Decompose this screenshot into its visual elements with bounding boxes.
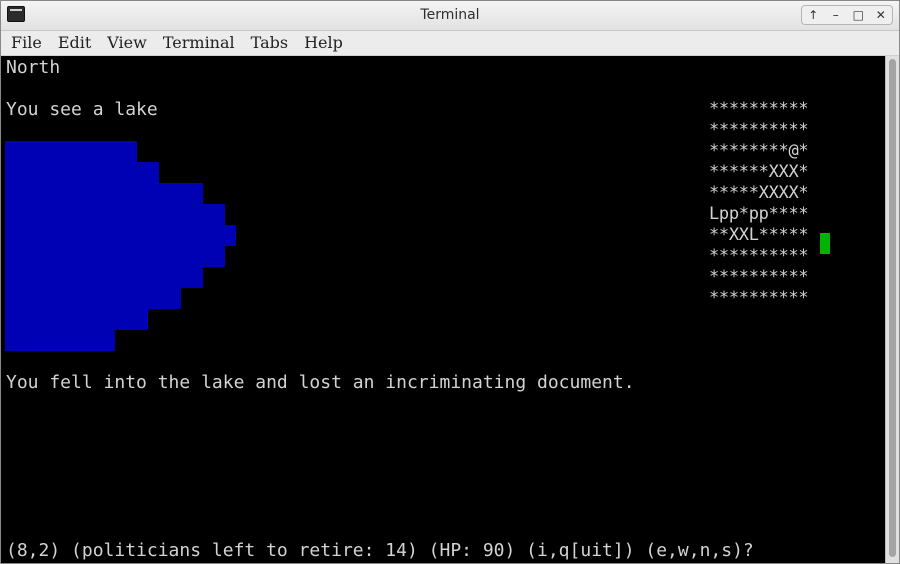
scrollbar-thumb[interactable]	[889, 59, 896, 557]
map-row: **XXL*****	[709, 225, 809, 245]
map-row: Lpp*pp****	[709, 204, 809, 224]
window-title: Terminal	[420, 7, 480, 23]
close-icon[interactable]: ✕	[872, 7, 890, 23]
lake-row	[5, 309, 148, 330]
menu-help[interactable]: Help	[304, 31, 343, 55]
menu-tabs[interactable]: Tabs	[251, 31, 288, 55]
lake-row	[5, 204, 225, 225]
status-prompt: (8,2) (politicians left to retire: 14) (…	[6, 540, 754, 561]
lake-row	[5, 288, 181, 309]
lake-row	[5, 330, 115, 351]
menu-terminal[interactable]: Terminal	[163, 31, 235, 55]
minimize-icon[interactable]: –	[827, 7, 845, 23]
menu-view[interactable]: View	[107, 31, 147, 55]
map-row: **********	[709, 288, 809, 308]
terminal-screen[interactable]: North You see a lake ********** ********…	[1, 56, 885, 563]
terminal-window: Terminal ↑ – □ ✕ File Edit View Terminal…	[0, 0, 900, 564]
event-message: You fell into the lake and lost an incri…	[6, 372, 635, 393]
lake-row	[5, 141, 137, 162]
map-row: *****XXXX*	[709, 183, 809, 203]
map-row: **********	[709, 120, 809, 140]
map-row: **********	[709, 246, 809, 266]
menu-bar: File Edit View Terminal Tabs Help	[1, 31, 899, 56]
lake-row	[5, 225, 236, 246]
lake-row	[5, 267, 203, 288]
menu-edit[interactable]: Edit	[58, 31, 91, 55]
lake-row	[5, 246, 225, 267]
title-bar[interactable]: Terminal ↑ – □ ✕	[1, 1, 899, 31]
direction-text: North	[6, 57, 61, 78]
text-cursor	[820, 233, 830, 254]
scene-text: You see a lake	[6, 99, 158, 120]
map-row: ******XXX*	[709, 162, 809, 182]
map-row: **********	[709, 267, 809, 287]
menu-file[interactable]: File	[11, 31, 42, 55]
maximize-icon[interactable]: □	[849, 7, 867, 23]
map-row: **********	[709, 99, 809, 119]
terminal-scrollbar[interactable]	[885, 56, 899, 563]
map-row: ********@*	[709, 141, 809, 161]
shade-window-icon[interactable]: ↑	[804, 7, 822, 23]
lake-row	[5, 162, 159, 183]
window-controls: ↑ – □ ✕	[801, 5, 893, 25]
lake-row	[5, 183, 203, 204]
